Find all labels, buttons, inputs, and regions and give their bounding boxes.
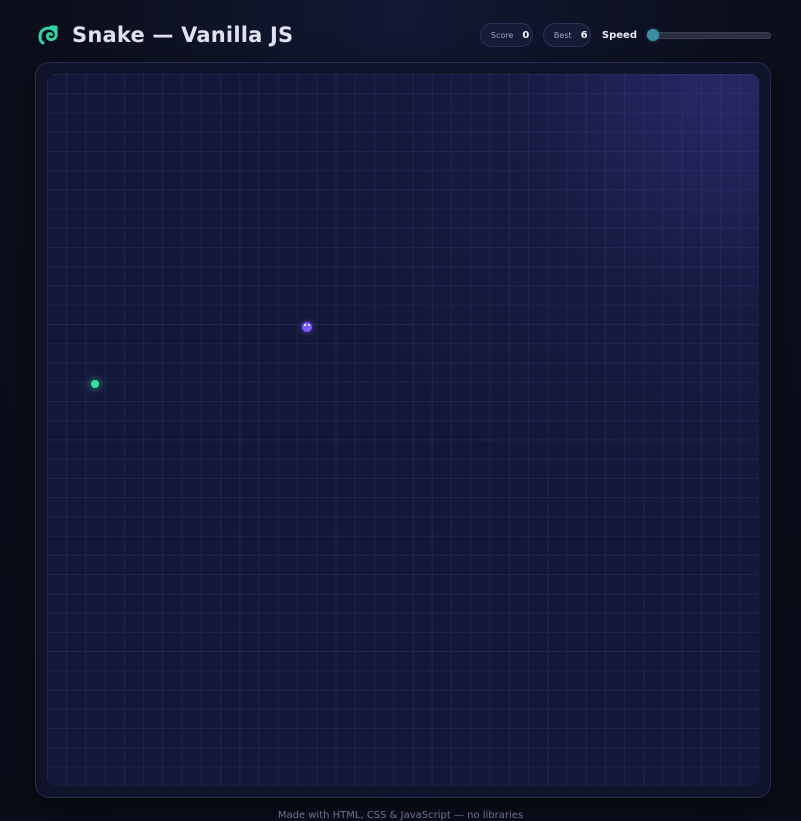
snake-eye-right	[308, 324, 310, 326]
controls-bar: Score 0 Best 6 Speed	[470, 23, 771, 47]
food-pellet	[91, 380, 99, 388]
best-value: 6	[580, 29, 588, 41]
game-board-frame	[35, 62, 771, 798]
speed-label: Speed	[601, 29, 637, 41]
snake-logo-icon	[36, 22, 62, 48]
page-title: Snake — Vanilla JS	[72, 23, 294, 47]
speed-slider-track[interactable]	[647, 31, 771, 39]
best-badge: Best 6	[542, 23, 591, 47]
best-label: Best	[553, 30, 572, 40]
speed-slider[interactable]	[647, 29, 771, 41]
score-badge: Score 0	[479, 23, 533, 47]
header: Snake — Vanilla JS Score 0 Best 6 Speed	[36, 18, 771, 52]
board-grid	[47, 74, 759, 786]
score-value: 0	[522, 29, 530, 41]
snake-eye-left	[304, 324, 306, 326]
game-board[interactable]	[47, 74, 759, 786]
snake-head	[302, 322, 312, 332]
speed-slider-thumb[interactable]	[647, 29, 659, 41]
score-label: Score	[490, 30, 514, 40]
